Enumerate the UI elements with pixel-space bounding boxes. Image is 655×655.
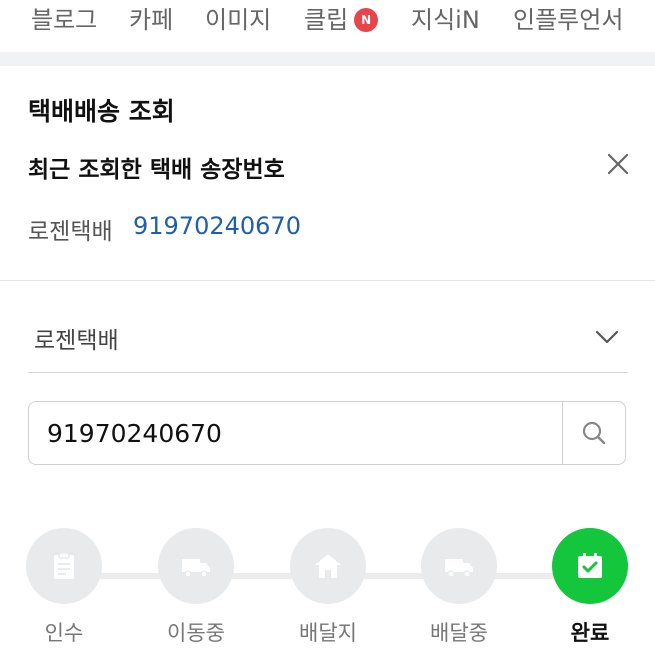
close-icon (607, 153, 629, 175)
search-icon (582, 421, 606, 445)
tab-label: 인플루언서 (513, 6, 624, 34)
tab-clip[interactable]: 클립 N (304, 0, 379, 35)
step-circle (421, 528, 497, 604)
tracking-search-box (28, 401, 626, 465)
tracking-number-input[interactable] (47, 412, 557, 454)
recent-tracking-number-link[interactable]: 91970240670 (133, 212, 301, 240)
step-circle (552, 528, 628, 604)
tab-label: 클립 (304, 6, 349, 34)
step-out-for-delivery: 배달중 (421, 528, 497, 648)
step-received: 인수 (26, 528, 102, 648)
clipboard-icon (54, 552, 74, 579)
tab-label: 지식iN (411, 6, 480, 34)
step-label: 배달중 (430, 621, 488, 645)
carrier-select[interactable]: 로젠택배 (28, 306, 628, 373)
step-circle (290, 528, 366, 604)
house-icon (315, 554, 341, 578)
recent-carrier: 로젠택배 (28, 219, 113, 245)
step-circle (26, 528, 102, 604)
chevron-down-icon (595, 330, 619, 344)
step-circle (158, 528, 234, 604)
recent-heading: 최근 조회한 택배 송장번호 (28, 157, 285, 183)
tab-image[interactable]: 이미지 (205, 0, 271, 35)
tab-influencer[interactable]: 인플루언서 (513, 0, 623, 35)
step-completed: 완료 (552, 528, 628, 648)
calendar-check-icon (578, 553, 602, 578)
page-title: 택배배송 조회 (28, 97, 175, 126)
truck-icon (445, 559, 473, 578)
step-label: 이동중 (167, 621, 225, 645)
step-label: 배달지 (299, 621, 357, 645)
tab-label: 이미지 (205, 6, 272, 34)
section-separator (0, 52, 655, 66)
tab-label: 카페 (129, 6, 174, 34)
tab-label: 블로그 (31, 6, 98, 34)
tab-blog[interactable]: 블로그 (31, 0, 97, 35)
step-label: 인수 (44, 621, 84, 645)
top-nav-tabs: 블로그 카페 이미지 클립 N 지식iN 인플루언서 (0, 0, 655, 44)
divider (0, 280, 655, 281)
new-badge: N (354, 8, 379, 32)
tab-kin[interactable]: 지식iN (411, 0, 480, 35)
truck-icon (182, 559, 210, 578)
tab-cafe[interactable]: 카페 (129, 0, 173, 35)
step-label: 완료 (570, 621, 610, 645)
step-destination: 배달지 (290, 528, 366, 648)
close-button[interactable] (600, 146, 636, 182)
search-button[interactable] (562, 402, 625, 464)
step-in-transit: 이동중 (158, 528, 234, 648)
carrier-select-value: 로젠택배 (34, 328, 119, 354)
